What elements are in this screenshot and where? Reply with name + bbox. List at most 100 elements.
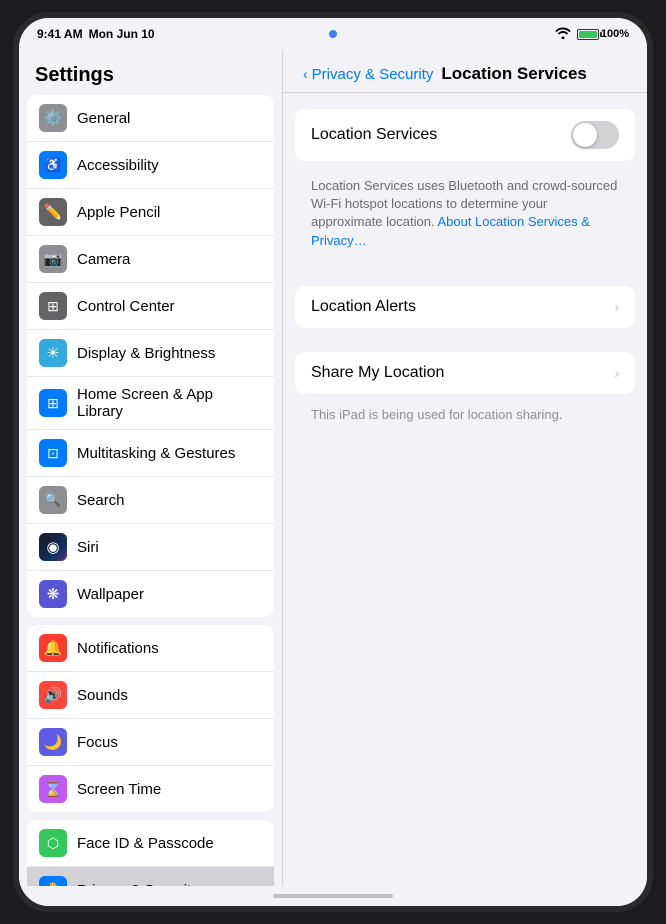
location-services-label: Location Services <box>311 126 437 144</box>
apple-pencil-label: Apple Pencil <box>77 204 160 221</box>
sidebar-item-control-center[interactable]: ⊞ Control Center <box>27 283 274 330</box>
focus-icon: 🌙 <box>39 728 67 756</box>
accessibility-label: Accessibility <box>77 157 159 174</box>
location-alerts-row[interactable]: Location Alerts › <box>295 286 635 328</box>
display-brightness-icon: ☀ <box>39 339 67 367</box>
share-location-right: › <box>614 365 619 381</box>
share-location-card: Share My Location › <box>295 352 635 394</box>
sounds-icon: 🔊 <box>39 681 67 709</box>
home-screen-icon: ⊞ <box>39 389 67 417</box>
location-alerts-label: Location Alerts <box>311 298 416 316</box>
battery-icon: 100% <box>577 28 629 40</box>
sidebar-scroll[interactable]: ⚙️ General ♿ Accessibility ✏️ Apple Penc… <box>19 95 282 886</box>
location-alerts-right: › <box>614 299 619 315</box>
multitasking-label: Multitasking & Gestures <box>77 445 235 462</box>
sidebar-item-screen-time[interactable]: ⌛ Screen Time <box>27 766 274 812</box>
status-left: 9:41 AM Mon Jun 10 <box>37 27 155 41</box>
sidebar-item-home-screen[interactable]: ⊞ Home Screen & App Library <box>27 377 274 430</box>
location-services-section: Location Services Location Services uses… <box>295 109 635 262</box>
sidebar-group-1: ⚙️ General ♿ Accessibility ✏️ Apple Penc… <box>19 95 282 617</box>
sounds-label: Sounds <box>77 687 128 704</box>
time: 9:41 AM <box>37 27 83 41</box>
sidebar-list-1: ⚙️ General ♿ Accessibility ✏️ Apple Penc… <box>27 95 274 617</box>
siri-label: Siri <box>77 539 99 556</box>
location-services-row[interactable]: Location Services <box>295 109 635 161</box>
sidebar-list-3: ⬡ Face ID & Passcode 🤚 Privacy & Securit… <box>27 820 274 886</box>
back-button[interactable]: Privacy & Security <box>312 66 434 83</box>
sidebar-item-privacy-security[interactable]: 🤚 Privacy & Security <box>27 867 274 886</box>
location-services-footer: Location Services uses Bluetooth and cro… <box>295 169 635 262</box>
face-id-label: Face ID & Passcode <box>77 835 214 852</box>
sidebar-item-focus[interactable]: 🌙 Focus <box>27 719 274 766</box>
sidebar-title: Settings <box>19 50 282 95</box>
control-center-icon: ⊞ <box>39 292 67 320</box>
location-services-toggle[interactable] <box>571 121 619 149</box>
general-label: General <box>77 110 130 127</box>
sidebar-item-general[interactable]: ⚙️ General <box>27 95 274 142</box>
sidebar-item-apple-pencil[interactable]: ✏️ Apple Pencil <box>27 189 274 236</box>
toggle-knob <box>573 123 597 147</box>
notifications-label: Notifications <box>77 640 159 657</box>
face-id-icon: ⬡ <box>39 829 67 857</box>
sidebar-item-accessibility[interactable]: ♿ Accessibility <box>27 142 274 189</box>
sidebar-item-wallpaper[interactable]: ❋ Wallpaper <box>27 571 274 617</box>
location-services-card: Location Services <box>295 109 635 161</box>
location-alerts-card: Location Alerts › <box>295 286 635 328</box>
privacy-security-icon: 🤚 <box>39 876 67 886</box>
search-icon: 🔍 <box>39 486 67 514</box>
home-indicator <box>273 894 393 898</box>
screen-time-label: Screen Time <box>77 781 161 798</box>
sidebar-item-siri[interactable]: ◉ Siri <box>27 524 274 571</box>
accessibility-icon: ♿ <box>39 151 67 179</box>
share-location-row[interactable]: Share My Location › <box>295 352 635 394</box>
share-location-section: Share My Location › This iPad is being u… <box>295 352 635 436</box>
main-header: ‹ Privacy & Security Location Services <box>283 50 647 93</box>
main-scroll[interactable]: Location Services Location Services uses… <box>283 93 647 886</box>
share-location-chevron: › <box>614 365 619 381</box>
multitasking-icon: ⊡ <box>39 439 67 467</box>
sidebar-item-search[interactable]: 🔍 Search <box>27 477 274 524</box>
wallpaper-label: Wallpaper <box>77 586 144 603</box>
wallpaper-icon: ❋ <box>39 580 67 608</box>
status-bar: 9:41 AM Mon Jun 10 100% <box>19 18 647 50</box>
sidebar-group-2: 🔔 Notifications 🔊 Sounds 🌙 Focus ⌛ <box>19 625 282 812</box>
battery-pct: 100% <box>601 28 629 40</box>
privacy-security-label: Privacy & Security <box>77 882 199 887</box>
location-alerts-section: Location Alerts › <box>295 286 635 328</box>
apple-pencil-icon: ✏️ <box>39 198 67 226</box>
location-alerts-chevron: › <box>614 299 619 315</box>
back-chevron-icon: ‹ <box>303 66 308 82</box>
date: Mon Jun 10 <box>89 27 155 41</box>
ipad-frame: 9:41 AM Mon Jun 10 100% Setting <box>13 12 653 912</box>
main-panel: ‹ Privacy & Security Location Services L… <box>283 50 647 886</box>
display-brightness-label: Display & Brightness <box>77 345 215 362</box>
sidebar-group-3: ⬡ Face ID & Passcode 🤚 Privacy & Securit… <box>19 820 282 886</box>
notifications-icon: 🔔 <box>39 634 67 662</box>
camera-dot <box>329 30 337 38</box>
wifi-icon <box>555 27 571 42</box>
home-indicator-area <box>19 886 647 906</box>
location-services-toggle-container <box>571 121 619 149</box>
screen-time-icon: ⌛ <box>39 775 67 803</box>
home-screen-label: Home Screen & App Library <box>77 386 262 420</box>
sidebar-item-display-brightness[interactable]: ☀ Display & Brightness <box>27 330 274 377</box>
sidebar-item-notifications[interactable]: 🔔 Notifications <box>27 625 274 672</box>
search-label: Search <box>77 492 125 509</box>
sidebar-item-face-id[interactable]: ⬡ Face ID & Passcode <box>27 820 274 867</box>
content-area: Settings ⚙️ General ♿ Accessibility <box>19 50 647 886</box>
share-location-footer: This iPad is being used for location sha… <box>295 402 635 436</box>
page-title: Location Services <box>441 64 587 84</box>
focus-label: Focus <box>77 734 118 751</box>
sidebar-list-2: 🔔 Notifications 🔊 Sounds 🌙 Focus ⌛ <box>27 625 274 812</box>
camera-icon: 📷 <box>39 245 67 273</box>
status-right: 100% <box>555 27 629 42</box>
siri-icon: ◉ <box>39 533 67 561</box>
general-icon: ⚙️ <box>39 104 67 132</box>
share-location-label: Share My Location <box>311 364 444 382</box>
camera-label: Camera <box>77 251 130 268</box>
control-center-label: Control Center <box>77 298 175 315</box>
sidebar-item-camera[interactable]: 📷 Camera <box>27 236 274 283</box>
sidebar: Settings ⚙️ General ♿ Accessibility <box>19 50 283 886</box>
sidebar-item-multitasking[interactable]: ⊡ Multitasking & Gestures <box>27 430 274 477</box>
sidebar-item-sounds[interactable]: 🔊 Sounds <box>27 672 274 719</box>
